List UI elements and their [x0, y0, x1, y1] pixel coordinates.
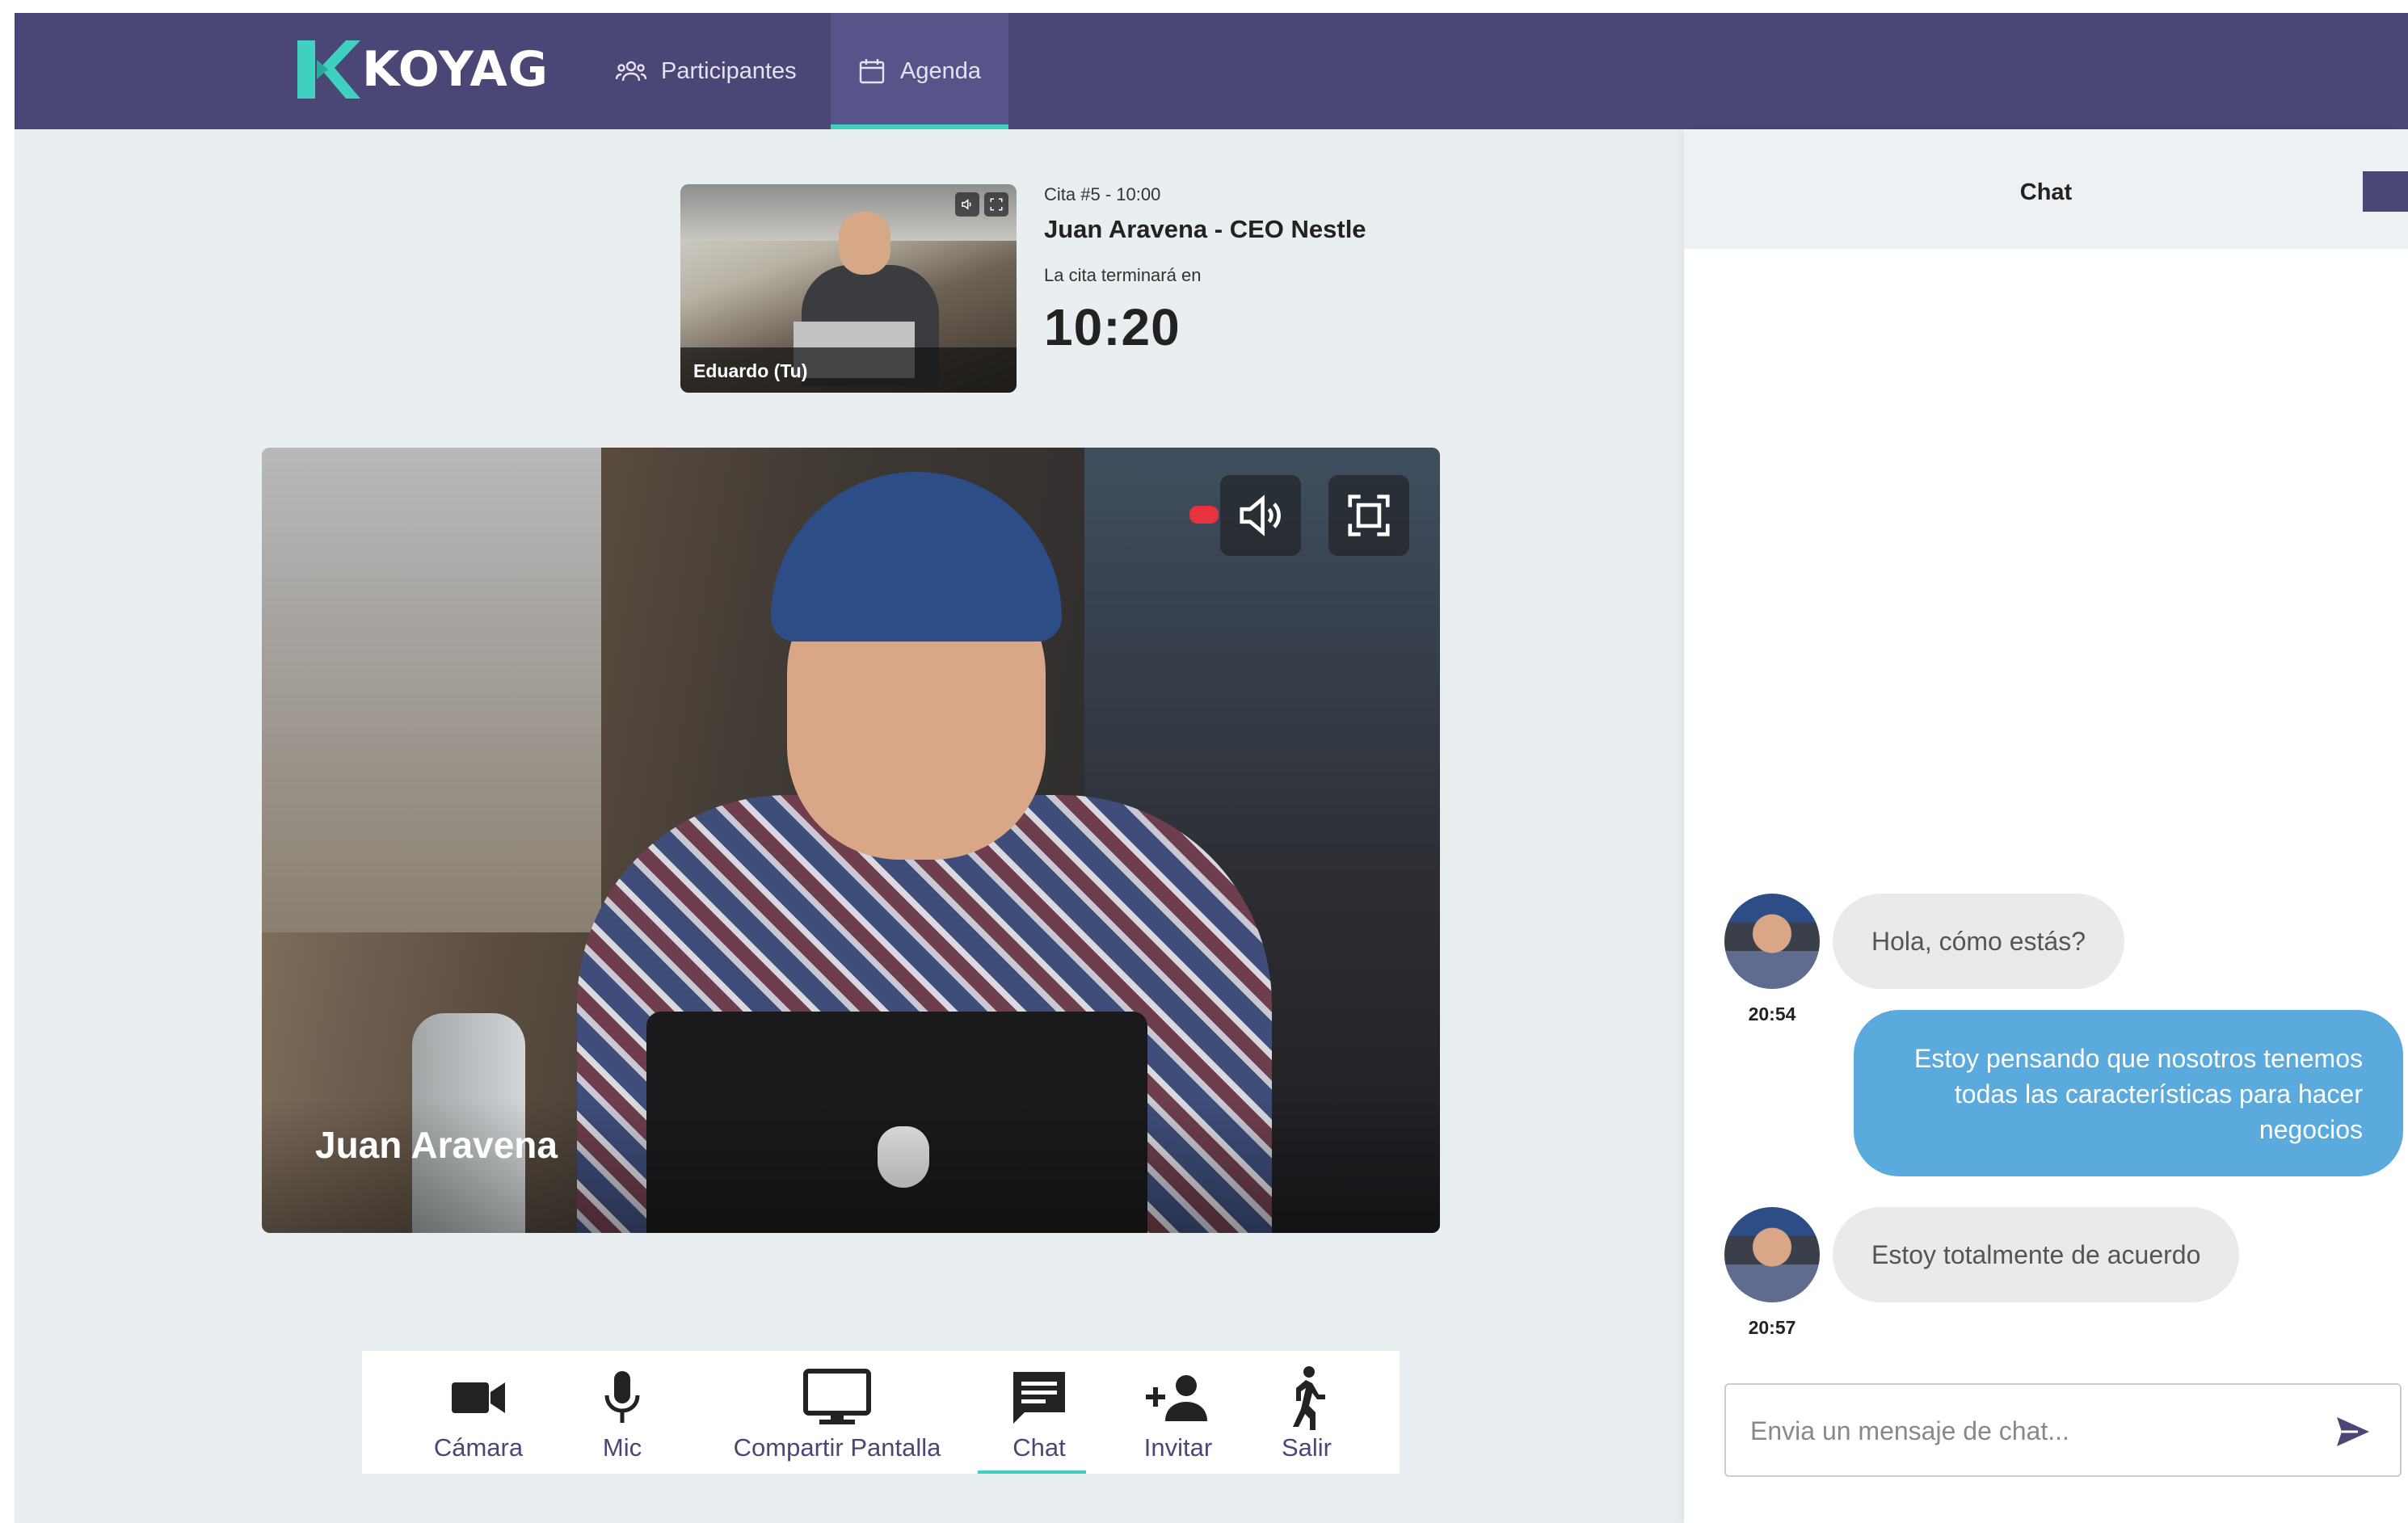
nav-agenda[interactable]: Agenda: [831, 13, 1008, 129]
chat-input-box: [1724, 1383, 2402, 1477]
chat-message-in: Hola, cómo estás?: [1833, 894, 2125, 989]
main-audio-button[interactable]: [1220, 475, 1301, 556]
koyag-logo-icon: [297, 40, 360, 99]
appointment-title: Juan Aravena - CEO Nestle: [1044, 215, 1366, 243]
exit-label: Salir: [1281, 1433, 1332, 1462]
appointment-label: Cita #5 - 10:00: [1044, 184, 1161, 204]
appointment-info: Cita #5 - 10:00 Juan Aravena - CEO Nestl…: [1044, 184, 1366, 357]
chat-header: Chat: [1684, 129, 2408, 249]
speaker-icon: [1240, 494, 1281, 536]
users-icon: [616, 61, 646, 82]
fullscreen-icon: [990, 198, 1003, 211]
camera-button[interactable]: Cámara: [430, 1351, 527, 1474]
mic-button[interactable]: Mic: [590, 1351, 655, 1474]
chat-message-input[interactable]: [1750, 1409, 2316, 1453]
chat-message-time: 20:54: [1748, 1003, 1796, 1024]
self-video-preview[interactable]: Eduardo (Tu): [680, 184, 1017, 393]
top-navbar: KOYAG Participantes Agenda: [15, 13, 2408, 129]
chat-panel: Chat Hola, cómo estás? 20:54 Estoy pensa…: [1684, 129, 2408, 1523]
nav-participantes-label: Participantes: [661, 57, 797, 84]
microphone-icon: [604, 1371, 640, 1423]
brand-name: KOYAG: [362, 41, 549, 98]
appointment-ends-label: La cita terminará en: [1044, 265, 1202, 285]
recording-indicator: [1189, 506, 1219, 524]
add-user-icon: [1146, 1375, 1207, 1421]
share-screen-button[interactable]: Compartir Pantalla: [724, 1351, 950, 1474]
exit-button[interactable]: Salir: [1278, 1351, 1335, 1474]
avatar: [1724, 894, 1820, 989]
send-icon: [2337, 1417, 2369, 1446]
camera-label: Cámara: [433, 1433, 524, 1462]
calendar-icon: [859, 59, 885, 84]
self-name-label: Eduardo (Tu): [680, 347, 1017, 393]
chat-message-out: Estoy pensando que nosotros tenemos toda…: [1854, 1010, 2403, 1176]
walking-person-icon: [1293, 1366, 1325, 1430]
send-button[interactable]: [2329, 1407, 2377, 1456]
main-video[interactable]: Juan Aravena: [262, 448, 1440, 1233]
invite-label: Invitar: [1143, 1433, 1213, 1462]
chat-button[interactable]: Chat: [978, 1351, 1086, 1474]
speaker-icon: [962, 199, 971, 210]
koyag-logo[interactable]: KOYAG: [293, 36, 549, 103]
nav-participantes[interactable]: Participantes: [616, 13, 797, 129]
chat-label: Chat: [1012, 1433, 1066, 1462]
chat-message-in: Estoy totalmente de acuerdo: [1833, 1207, 2240, 1302]
mic-label: Mic: [602, 1433, 642, 1462]
fullscreen-icon: [1348, 494, 1390, 536]
self-fullscreen-button[interactable]: [984, 192, 1008, 217]
share-screen-label: Compartir Pantalla: [733, 1433, 941, 1462]
app: KOYAG Participantes Agenda Eduardo (Tu) …: [15, 13, 2408, 1523]
avatar: [1724, 1207, 1820, 1302]
video-camera-icon: [452, 1382, 505, 1413]
chat-message-time: 20:57: [1748, 1317, 1796, 1338]
chat-title: Chat: [2019, 179, 2073, 205]
invite-button[interactable]: Invitar: [1136, 1351, 1220, 1474]
chat-icon: [1013, 1372, 1065, 1424]
chat-close-button[interactable]: [2363, 171, 2408, 212]
appointment-timer: 10:20: [1044, 298, 1181, 356]
main-fullscreen-button[interactable]: [1328, 475, 1409, 556]
monitor-icon: [803, 1369, 871, 1424]
self-audio-button[interactable]: [955, 192, 979, 217]
nav-agenda-label: Agenda: [900, 57, 981, 84]
remote-participant-name: Juan Aravena: [315, 1124, 558, 1166]
call-toolbar: Cámara Mic Compartir Pantalla Chat Invit…: [362, 1351, 1400, 1474]
